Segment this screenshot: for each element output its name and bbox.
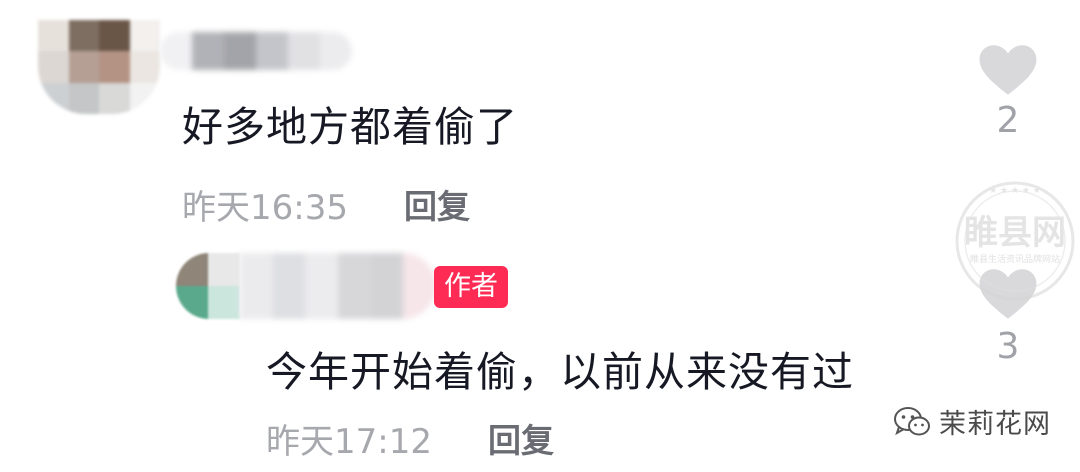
reply-button[interactable]: 回复 bbox=[404, 180, 470, 228]
brand-signature: 茉莉花网 bbox=[893, 402, 1051, 441]
like-count: 2 bbox=[996, 100, 1020, 141]
username-blurred[interactable] bbox=[240, 253, 436, 319]
like-count: 3 bbox=[996, 326, 1020, 367]
svg-text:睢县网: 睢县网 bbox=[964, 213, 1066, 253]
like-button[interactable] bbox=[978, 44, 1038, 100]
svg-text:★ ★ ★ ★ ★: ★ ★ ★ ★ ★ bbox=[989, 186, 1041, 196]
heart-icon bbox=[979, 45, 1037, 95]
comment-time: 昨天16:35 bbox=[182, 188, 348, 228]
reply-button[interactable]: 回复 bbox=[488, 414, 554, 462]
comment-text: 今年开始着偷，以前从来没有过 bbox=[266, 348, 854, 396]
avatar[interactable] bbox=[176, 253, 240, 319]
comment-time: 昨天17:12 bbox=[266, 422, 432, 462]
avatar[interactable] bbox=[38, 20, 160, 114]
wechat-icon bbox=[894, 406, 930, 435]
brand-name: 茉莉花网 bbox=[939, 409, 1051, 440]
author-badge: 作者 bbox=[434, 266, 508, 308]
svg-text:睢县生活资讯品牌网站: 睢县生活资讯品牌网站 bbox=[970, 253, 1060, 265]
comment-text: 好多地方都着偷了 bbox=[182, 103, 518, 151]
watermark-seal: ★ ★ ★ ★ ★ 睢县网 睢县生活资讯品牌网站 bbox=[955, 181, 1075, 301]
username-blurred[interactable] bbox=[160, 32, 352, 70]
